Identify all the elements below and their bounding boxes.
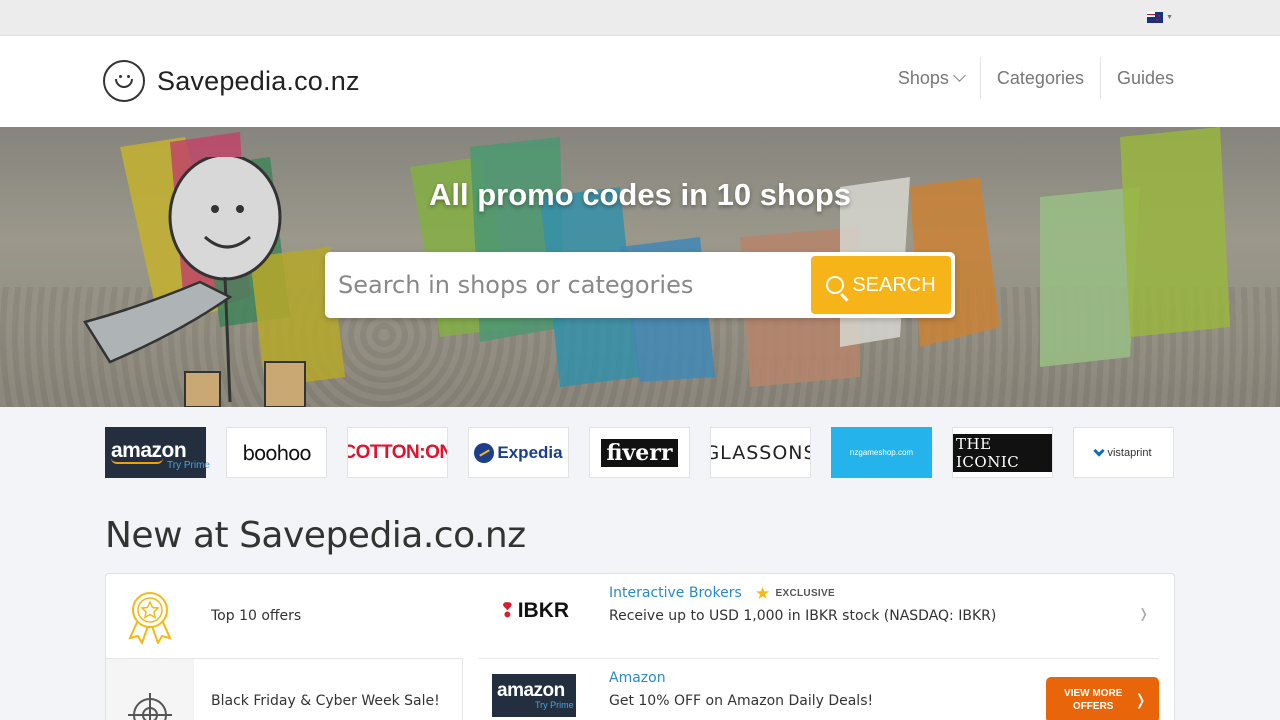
nav-shops-label: Shops bbox=[897, 67, 949, 88]
shop-logo-fiverr[interactable]: fiverr bbox=[589, 427, 690, 478]
expedia-plane-icon bbox=[474, 442, 495, 463]
main-nav: Shops Categories Guides bbox=[882, 57, 1190, 99]
offers-panel: Top 10 offers Black Friday & Cyber Week … bbox=[105, 573, 1175, 720]
top-strip: ▼ bbox=[0, 0, 1280, 36]
caret-down-icon: ▼ bbox=[1166, 14, 1173, 21]
shop-logo-nzgameshop[interactable]: nzgameshop.com bbox=[831, 427, 932, 478]
search-icon bbox=[826, 276, 845, 294]
theiconic-logo-text: THE ICONIC bbox=[953, 433, 1052, 472]
nzgameshop-logo-text: nzgameshop.com bbox=[849, 448, 914, 457]
star-icon: ★ bbox=[755, 584, 771, 603]
site-header: Savepedia.co.nz Shops Categories Guides bbox=[0, 36, 1280, 127]
search-button-label: SEARCH bbox=[852, 273, 936, 296]
chevron-right-icon[interactable]: ❭ bbox=[1138, 606, 1149, 622]
shop-logo-cottonon[interactable]: COTTON:ON bbox=[347, 427, 448, 478]
search-button[interactable]: SEARCH bbox=[811, 256, 951, 314]
amazon-offer-logo-text: amazon bbox=[497, 680, 565, 701]
shop-logos: amazon Try Prime boohoo COTTON:ON Expedi… bbox=[105, 427, 1174, 478]
nav-categories[interactable]: Categories bbox=[979, 57, 1100, 99]
shop-logo-glassons[interactable]: GLASSONS bbox=[710, 427, 811, 478]
cottonon-logo-text: COTTON:ON bbox=[347, 441, 448, 463]
exclusive-badge: ★ EXCLUSIVE bbox=[755, 585, 835, 602]
nav-categories-label: Categories bbox=[996, 67, 1084, 88]
chevron-right-icon: ❭ bbox=[1134, 691, 1147, 709]
language-selector[interactable]: ▼ bbox=[1147, 12, 1173, 23]
expedia-logo-text: Expedia bbox=[497, 442, 563, 462]
vistaprint-check-icon bbox=[1093, 444, 1106, 457]
section-title: New at Savepedia.co.nz bbox=[105, 515, 526, 556]
chevron-down-icon bbox=[953, 68, 966, 82]
amazon-logo-sub: Try Prime bbox=[167, 460, 210, 471]
category-black-friday[interactable]: Black Friday & Cyber Week Sale! bbox=[106, 658, 463, 720]
boohoo-logo-text: boohoo bbox=[242, 440, 311, 465]
hero-banner: All promo codes in 10 shops SEARCH bbox=[0, 127, 1280, 407]
glassons-logo-text: GLASSONS bbox=[710, 441, 811, 464]
exclusive-badge-label: EXCLUSIVE bbox=[775, 588, 835, 599]
site-logo[interactable]: Savepedia.co.nz bbox=[103, 60, 360, 102]
nav-guides[interactable]: Guides bbox=[1099, 57, 1190, 99]
search-box: SEARCH bbox=[325, 252, 955, 318]
amazon-offer-logo: amazon Try Prime bbox=[492, 674, 576, 717]
shop-logo-theiconic[interactable]: THE ICONIC bbox=[952, 427, 1053, 478]
offer-item-amazon[interactable]: amazon Try Prime Amazon Get 10% OFF on A… bbox=[479, 658, 1159, 720]
shop-logo-expedia[interactable]: Expedia bbox=[468, 427, 569, 478]
offer-shop-link[interactable]: Amazon bbox=[609, 670, 666, 686]
crosshair-icon bbox=[106, 658, 194, 720]
offer-item-ibkr[interactable]: ❢ IBKR Interactive Brokers ★ EXCLUSIVE Re… bbox=[479, 574, 1159, 658]
ibkr-logo: ❢ IBKR bbox=[492, 589, 576, 632]
ibkr-flame-icon: ❢ bbox=[498, 600, 516, 622]
nav-guides-label: Guides bbox=[1116, 67, 1174, 88]
view-more-offers-button[interactable]: VIEW MORE OFFERS ❭ bbox=[1046, 677, 1159, 720]
view-more-offers-label: VIEW MORE OFFERS bbox=[1064, 688, 1123, 712]
category-label: Top 10 offers bbox=[211, 608, 302, 624]
offer-shop-link[interactable]: Interactive Brokers bbox=[609, 585, 742, 601]
offer-description: Get 10% OFF on Amazon Daily Deals! bbox=[609, 693, 874, 709]
nav-shops[interactable]: Shops bbox=[882, 57, 980, 99]
shop-logo-amazon[interactable]: amazon Try Prime bbox=[105, 427, 210, 478]
ibkr-logo-text: IBKR bbox=[517, 598, 570, 622]
award-ribbon-icon bbox=[106, 588, 194, 644]
site-name: Savepedia.co.nz bbox=[157, 65, 360, 96]
shop-logo-vistaprint[interactable]: vistaprint bbox=[1073, 427, 1174, 478]
vistaprint-logo-text: vistaprint bbox=[1107, 446, 1152, 459]
amazon-offer-logo-sub: Try Prime bbox=[535, 700, 574, 710]
hero-title: All promo codes in 10 shops bbox=[428, 177, 852, 212]
fiverr-logo-text: fiverr bbox=[600, 438, 679, 467]
category-label: Black Friday & Cyber Week Sale! bbox=[211, 692, 440, 709]
amazon-smile-icon bbox=[111, 458, 163, 464]
category-top-10[interactable]: Top 10 offers bbox=[106, 574, 463, 658]
shop-logo-boohoo[interactable]: boohoo bbox=[226, 427, 327, 478]
search-input[interactable] bbox=[325, 252, 805, 318]
offer-description: Receive up to USD 1,000 in IBKR stock (N… bbox=[609, 608, 997, 624]
nz-flag-icon bbox=[1147, 12, 1164, 23]
smiley-logo-icon bbox=[103, 60, 145, 102]
